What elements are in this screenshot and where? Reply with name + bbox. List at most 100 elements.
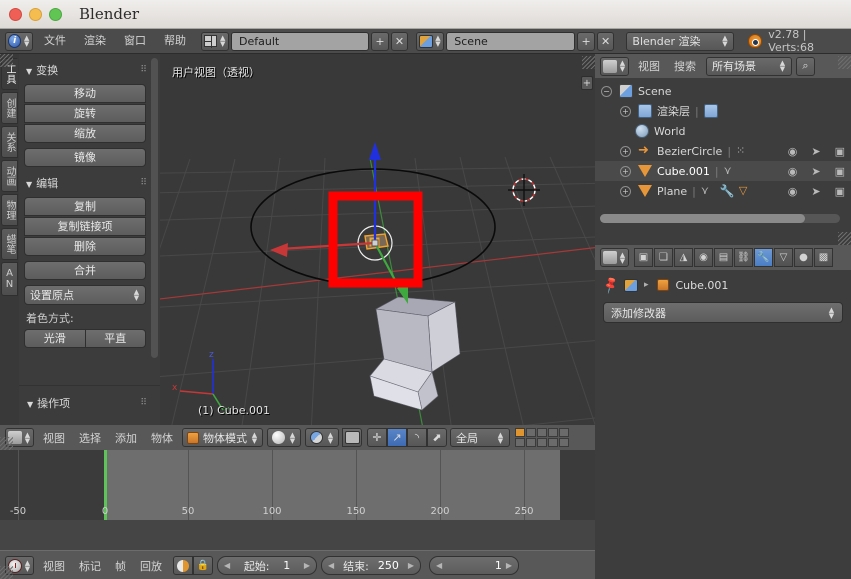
camera-icon[interactable]: ▣ — [835, 165, 845, 178]
delete-button[interactable]: 删除 — [24, 237, 146, 256]
duplicate-button[interactable]: 复制 — [24, 197, 146, 216]
layers-group-left[interactable] — [515, 428, 569, 447]
layer-cell[interactable] — [526, 438, 536, 447]
viewport-editor-type-button[interactable]: ▲ ▼ — [5, 428, 34, 447]
snap-toggle-button[interactable] — [342, 428, 362, 447]
auto-keyframe-button[interactable] — [173, 556, 193, 575]
cursor-arrow-icon[interactable]: ➤ — [811, 145, 820, 158]
lock-frame-button[interactable]: 🔒 — [193, 556, 213, 575]
current-frame-field[interactable]: ◀ 1 ▶ — [429, 556, 519, 575]
expand-icon[interactable]: + — [620, 165, 631, 177]
layer-cell[interactable] — [559, 428, 569, 437]
outliner-row-world[interactable]: World — [595, 121, 851, 141]
chevron-right-icon[interactable]: ▶ — [408, 561, 414, 570]
tool-shelf-scrollbar[interactable] — [151, 58, 158, 358]
outliner-menu-search[interactable]: 搜索 — [667, 58, 703, 74]
info-editor-type-button[interactable]: i ▲ ▼ — [5, 31, 33, 51]
layer-cell[interactable] — [526, 428, 536, 437]
eye-icon[interactable]: ◉ — [788, 165, 798, 178]
modifier-icon[interactable]: 🔧 — [720, 184, 735, 198]
expand-icon[interactable]: + — [620, 105, 631, 117]
outliner-row-renderlayer[interactable]: + 渲染层 | — [595, 101, 851, 121]
modifiers-properties-tab[interactable]: 🔧 — [754, 248, 773, 267]
viewport-menu-add[interactable]: 添加 — [108, 430, 144, 446]
scene-browse-button[interactable]: ▲ ▼ — [416, 31, 445, 51]
outliner-row-beziercircle[interactable]: + ➜ BezierCircle | ⁙ ◉ ➤ ▣ — [595, 141, 851, 161]
delete-scene-button[interactable]: ✕ — [596, 31, 615, 51]
layer-cell[interactable] — [515, 438, 525, 447]
chevron-right-icon[interactable]: ▶ — [506, 561, 512, 570]
manipulator-toggle-button[interactable]: ⬈ — [427, 428, 447, 447]
viewport-menu-select[interactable]: 选择 — [72, 430, 108, 446]
outliner-row-scene[interactable]: − Scene — [595, 81, 851, 101]
menu-file[interactable]: 文件 — [35, 30, 75, 52]
transform-orientation-dropdown[interactable]: 全局 ▲ ▼ — [450, 428, 510, 447]
outliner-tree[interactable]: − Scene + 渲染层 | World + ➜ BezierCircle | — [595, 78, 851, 227]
layer-cell[interactable] — [559, 438, 569, 447]
timeline-editor-type-button[interactable]: ▲ ▼ — [5, 556, 34, 575]
screen-layout-field[interactable]: Default — [231, 31, 370, 51]
layer-cell[interactable] — [548, 438, 558, 447]
transform-section-header[interactable]: ▼ 变换 ⠿ — [26, 62, 154, 78]
duplicate-linked-button[interactable]: 复制链接项 — [24, 217, 146, 236]
minimize-window-button[interactable] — [29, 7, 42, 21]
pin-icon[interactable]: 📌 — [601, 275, 621, 295]
edit-section-header[interactable]: ▼ 编辑 ⠿ — [26, 175, 154, 191]
chevron-left-icon[interactable]: ◀ — [328, 561, 334, 570]
world-properties-tab[interactable]: ◉ — [694, 248, 713, 267]
outliner-editor-type-button[interactable]: ▲ ▼ — [600, 56, 629, 76]
expand-icon[interactable]: + — [620, 185, 631, 197]
viewport-toolbar-toggle[interactable]: + — [581, 76, 593, 90]
rotate-button[interactable]: 旋转 — [24, 104, 146, 123]
layer-cell[interactable] — [537, 428, 547, 437]
add-scene-button[interactable]: + — [577, 31, 595, 51]
chevron-left-icon[interactable]: ◀ — [224, 561, 230, 570]
tab-relations[interactable]: 关系 — [1, 126, 18, 158]
render-layers-properties-tab[interactable]: ❏ — [654, 248, 673, 267]
texture-properties-tab[interactable]: ▩ — [814, 248, 833, 267]
constraints-properties-tab[interactable]: ⛓ — [734, 248, 753, 267]
eye-icon[interactable]: ◉ — [788, 145, 798, 158]
object-properties-tab[interactable]: ▤ — [714, 248, 733, 267]
close-window-button[interactable] — [9, 7, 22, 21]
timeline-menu-frame[interactable]: 帧 — [108, 558, 133, 574]
render-engine-dropdown[interactable]: Blender 渲染 ▲ ▼ — [626, 31, 735, 51]
3d-viewport[interactable]: z x y 用户视图（透视） (1) Cube.001 + — [160, 54, 595, 425]
move-button[interactable]: 移动 — [24, 84, 146, 103]
delete-screen-layout-button[interactable]: ✕ — [390, 31, 409, 51]
interaction-mode-dropdown[interactable]: 物体模式 ▲ ▼ — [182, 428, 263, 447]
render-properties-tab[interactable]: ▣ — [634, 248, 653, 267]
maximize-window-button[interactable] — [49, 7, 62, 21]
tab-create[interactable]: 创建 — [1, 92, 18, 124]
tab-tools[interactable]: 工具 — [1, 58, 18, 90]
rotate-manipulator-button[interactable]: ↗ — [387, 428, 407, 447]
tab-animation[interactable]: 动画 — [1, 160, 18, 192]
timeline-menu-playback[interactable]: 回放 — [133, 558, 169, 574]
outliner-search-button[interactable]: ⌕ — [796, 56, 815, 76]
layer-cell[interactable] — [515, 428, 525, 437]
mesh-data-icon[interactable]: ⋎ — [724, 164, 738, 178]
outliner-row-cube001[interactable]: + Cube.001 | ⋎ ◉ ➤ ▣ — [595, 161, 851, 181]
cursor-arrow-icon[interactable]: ➤ — [811, 185, 820, 198]
scale-manipulator-button[interactable]: ◝ — [407, 428, 427, 447]
add-screen-layout-button[interactable]: + — [371, 31, 389, 51]
screen-layout-browse-button[interactable]: ▲ ▼ — [201, 31, 229, 51]
menu-window[interactable]: 窗口 — [115, 30, 155, 52]
shade-smooth-button[interactable]: 光滑 — [24, 329, 85, 348]
timeline-menu-marker[interactable]: 标记 — [72, 558, 108, 574]
translate-manipulator-button[interactable]: ✛ — [367, 428, 387, 447]
timeline-editor[interactable]: -50 0 50 100 150 200 250 — [0, 450, 595, 550]
outliner-row-plane[interactable]: + Plane | ⋎ 🔧 ▽ ◉ ➤ ▣ — [595, 181, 851, 201]
scale-button[interactable]: 缩放 — [24, 124, 146, 143]
viewport-menu-object[interactable]: 物体 — [144, 430, 180, 446]
expand-icon[interactable]: + — [620, 145, 631, 157]
scene-properties-tab[interactable]: ◮ — [674, 248, 693, 267]
add-modifier-dropdown[interactable]: 添加修改器 ▲ ▼ — [603, 302, 843, 323]
properties-editor-type-button[interactable]: ▲ ▼ — [600, 248, 629, 267]
material-properties-tab[interactable]: ● — [794, 248, 813, 267]
viewport-menu-view[interactable]: 视图 — [36, 430, 72, 446]
viewport-shading-dropdown[interactable]: ▲ ▼ — [267, 428, 301, 447]
eye-icon[interactable]: ◉ — [788, 185, 798, 198]
shade-flat-button[interactable]: 平直 — [84, 329, 146, 348]
mesh-orange-icon[interactable]: ▽ — [739, 184, 753, 198]
